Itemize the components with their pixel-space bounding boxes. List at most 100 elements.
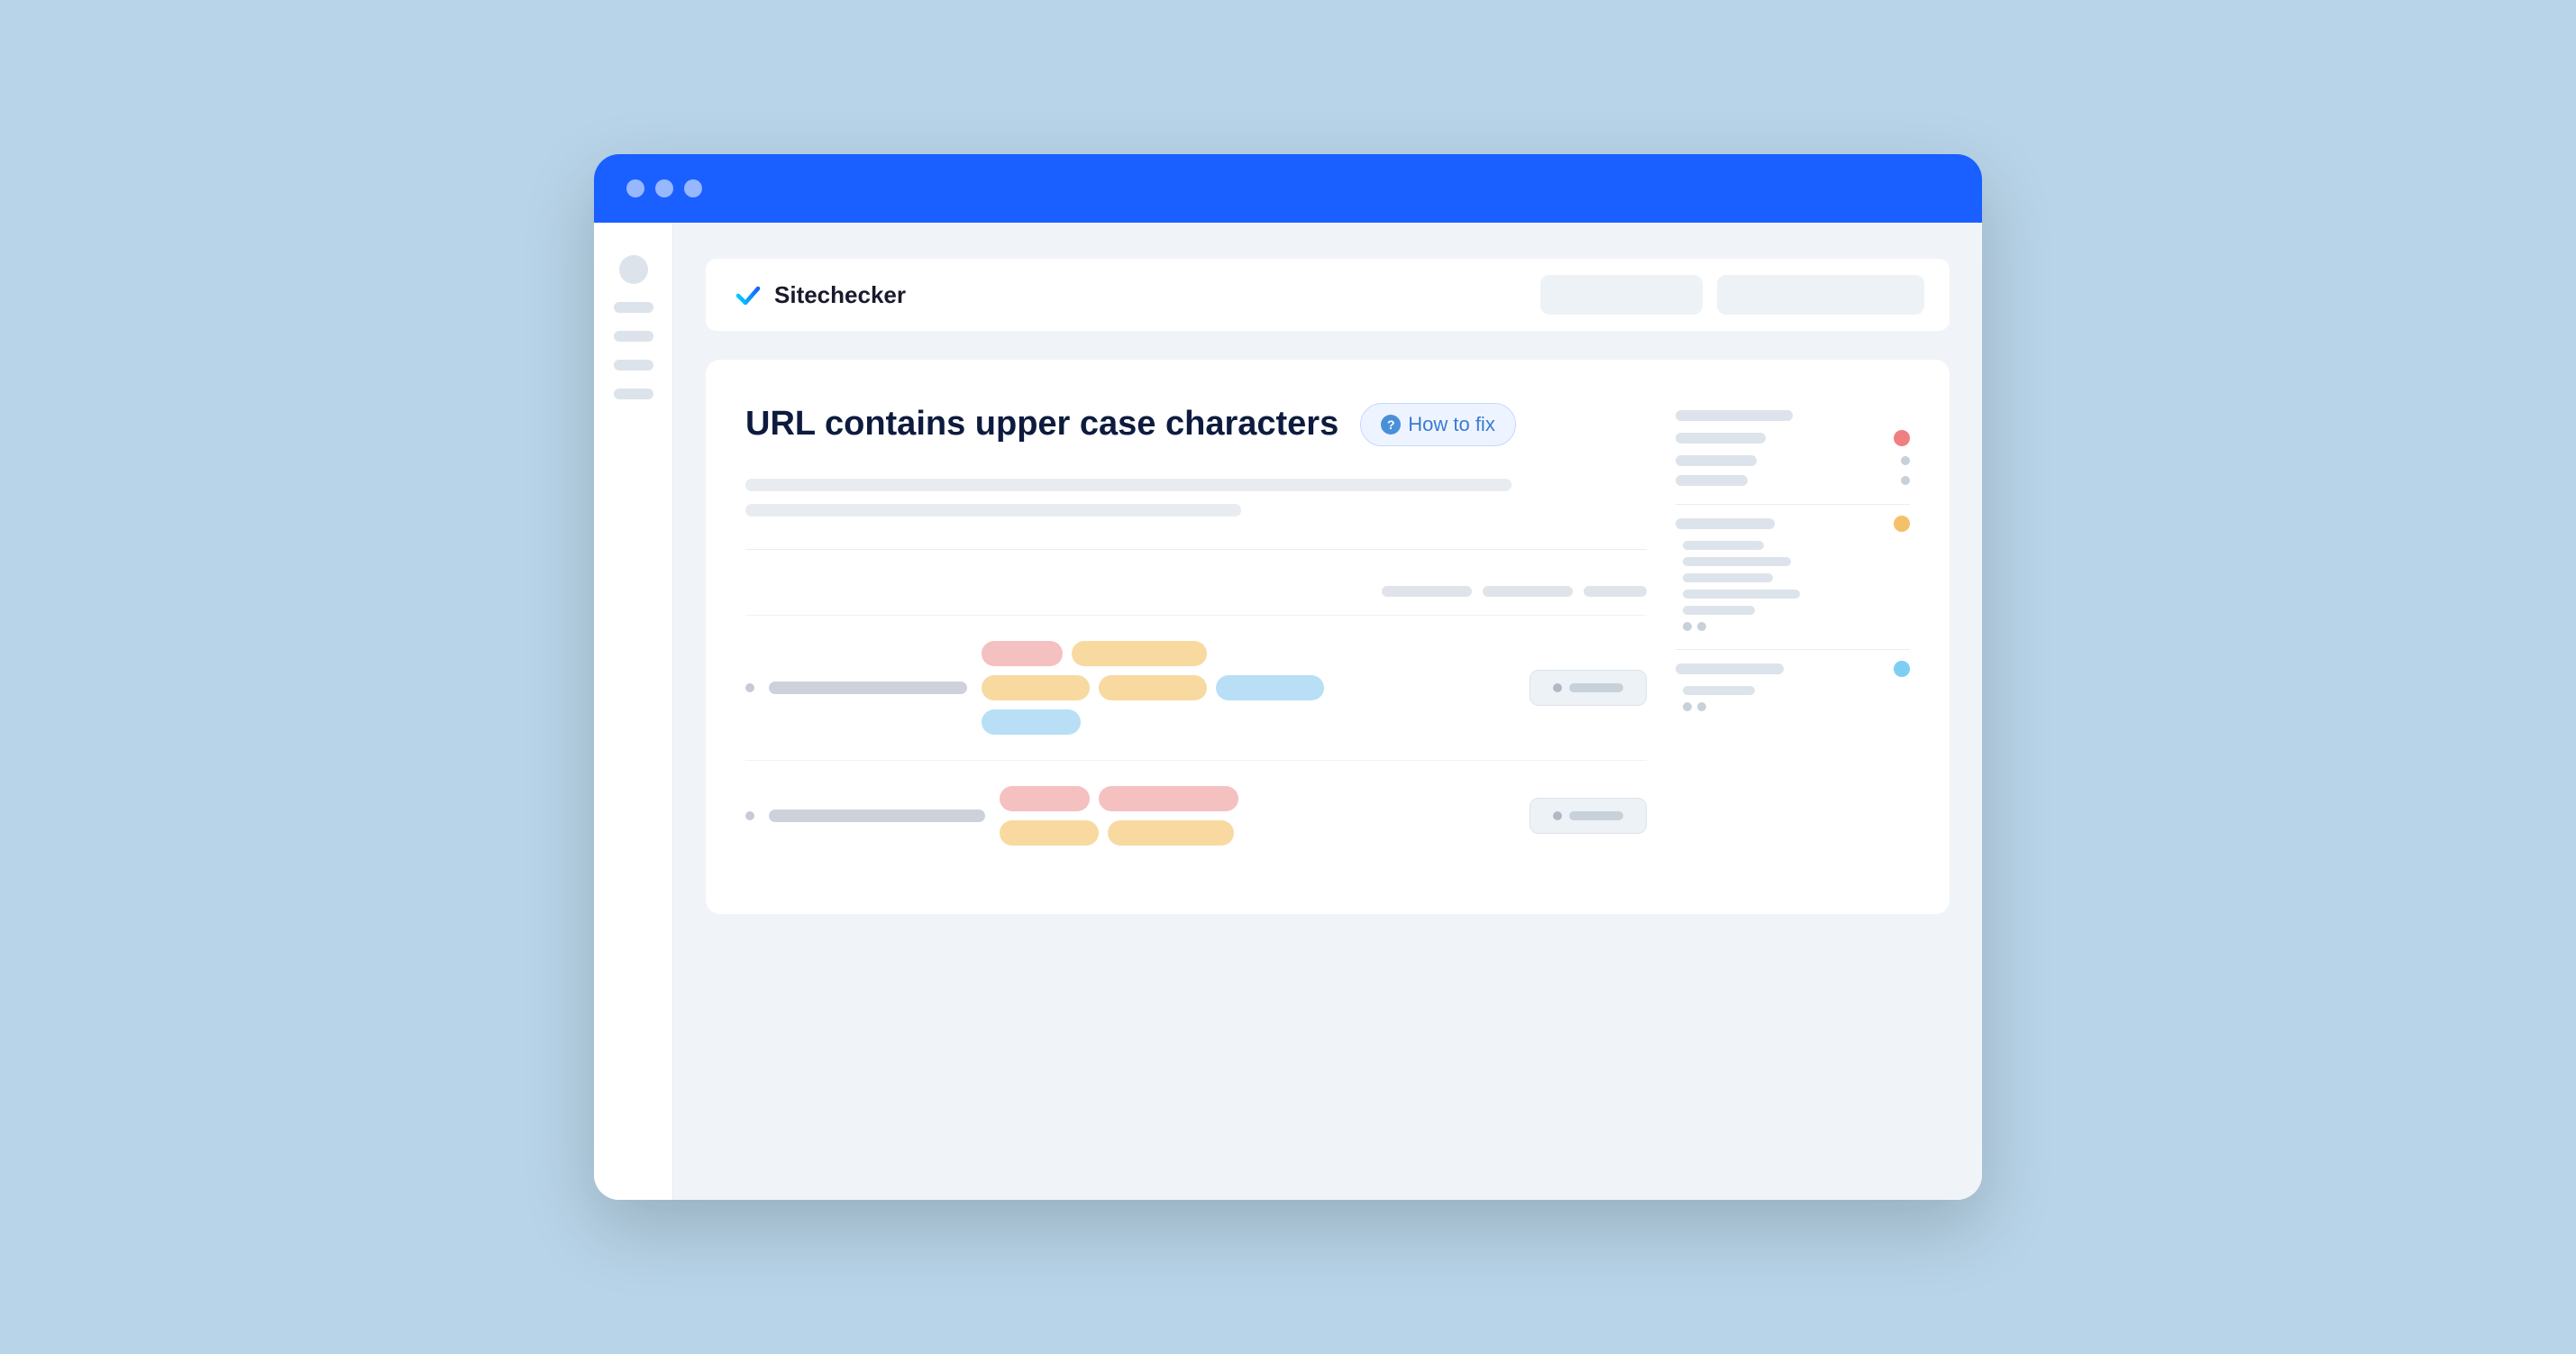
action-dot-1 [1553, 683, 1562, 692]
tag-orange-3 [1099, 675, 1207, 700]
tag-orange-5 [1108, 820, 1234, 846]
row-indicator-2 [745, 811, 754, 820]
rp-sub-bar-2-4 [1683, 590, 1800, 599]
how-to-fix-label: How to fix [1408, 413, 1495, 436]
th-cell-2 [1483, 586, 1573, 597]
header-button-1[interactable] [1540, 275, 1703, 315]
rp-sub-bar-2-2 [1683, 557, 1791, 566]
rp-sub-bar-2-3 [1683, 573, 1773, 582]
browser-dot-3 [684, 179, 702, 197]
rp-sub-bar-2-1 [1683, 541, 1764, 550]
row-action-button-2[interactable] [1530, 798, 1647, 834]
tags-row-2-1 [1000, 786, 1238, 811]
content-card: URL contains upper case characters ? How… [706, 360, 1950, 914]
left-panel: URL contains upper case characters ? How… [745, 403, 1647, 871]
tag-orange-2 [982, 675, 1090, 700]
rp-row-1-1 [1676, 410, 1910, 421]
action-bar-2 [1569, 811, 1623, 820]
issue-title: URL contains upper case characters [745, 404, 1338, 445]
rp-label-5 [1676, 518, 1775, 529]
tags-row-2-2 [1000, 820, 1234, 846]
rp-sub-bars-3 [1676, 686, 1910, 711]
rp-group-3 [1676, 661, 1910, 729]
th-cell-1 [1382, 586, 1472, 597]
row-tags-2 [1000, 786, 1515, 846]
rp-row-2-dots [1683, 622, 1910, 631]
table-header-row [745, 575, 1647, 608]
rp-mini-dot-5 [1683, 702, 1692, 711]
help-icon: ? [1381, 415, 1401, 435]
sidebar-nav-item-2[interactable] [614, 331, 653, 342]
rp-row-3-dots [1683, 702, 1910, 711]
rp-label-1 [1676, 410, 1793, 421]
rp-dot-red [1894, 430, 1910, 446]
rp-sub-bar-2-5 [1683, 606, 1755, 615]
rp-label-3 [1676, 455, 1757, 466]
action-bar-1 [1569, 683, 1623, 692]
rp-mini-dot-1 [1901, 456, 1910, 465]
rp-label-2 [1676, 433, 1766, 444]
row-tags-1 [982, 641, 1515, 735]
sidebar-nav-item-4[interactable] [614, 389, 653, 399]
tag-pink-1 [982, 641, 1063, 666]
issue-header: URL contains upper case characters ? How… [745, 403, 1647, 446]
browser-titlebar [594, 154, 1982, 223]
table-row [745, 615, 1647, 760]
rp-group-2 [1676, 516, 1910, 650]
logo-icon [731, 278, 765, 312]
logo-text: Sitechecker [774, 281, 906, 309]
right-panel [1676, 403, 1910, 871]
rp-group-1 [1676, 410, 1910, 505]
rp-row-1-4 [1676, 475, 1910, 486]
browser-dots [626, 179, 702, 197]
rp-label-6 [1676, 663, 1784, 674]
browser-window: Sitechecker URL contains upper case char… [594, 154, 1982, 1200]
desc-bar-1 [745, 479, 1512, 491]
tag-orange-1 [1072, 641, 1207, 666]
table-row [745, 760, 1647, 871]
rp-mini-dot-6 [1697, 702, 1706, 711]
row-url-bar-2 [769, 810, 985, 822]
tag-pink-2 [1000, 786, 1090, 811]
sidebar [594, 223, 673, 1200]
how-to-fix-button[interactable]: ? How to fix [1360, 403, 1516, 446]
main-content: Sitechecker URL contains upper case char… [673, 223, 1982, 1200]
rp-mini-dot-2 [1901, 476, 1910, 485]
row-url-bar-1 [769, 682, 967, 694]
rp-mini-dot-3 [1683, 622, 1692, 631]
sidebar-avatar [619, 255, 648, 284]
desc-bar-2 [745, 504, 1241, 517]
rp-sub-bar-3-1 [1683, 686, 1755, 695]
browser-dot-1 [626, 179, 644, 197]
rp-label-4 [1676, 475, 1748, 486]
section-divider [745, 549, 1647, 550]
logo-area: Sitechecker [731, 278, 1526, 312]
table-header-cells [1203, 586, 1647, 597]
tags-row-1-2 [982, 675, 1324, 700]
rp-row-1-3 [1676, 455, 1910, 466]
description-bars [745, 479, 1647, 517]
rp-row-1-2 [1676, 430, 1910, 446]
tag-blue-1 [1216, 675, 1324, 700]
tag-pink-3 [1099, 786, 1238, 811]
table-section [745, 575, 1647, 871]
header-bar: Sitechecker [706, 259, 1950, 331]
rp-sub-bars-2 [1676, 541, 1910, 631]
rp-mini-dot-4 [1697, 622, 1706, 631]
action-dot-2 [1553, 811, 1562, 820]
rp-dot-blue [1894, 661, 1910, 677]
tag-orange-4 [1000, 820, 1099, 846]
rp-row-3-1 [1676, 661, 1910, 677]
th-cell-3 [1584, 586, 1647, 597]
header-button-2[interactable] [1717, 275, 1924, 315]
rp-row-2-1 [1676, 516, 1910, 532]
tags-row-1-1 [982, 641, 1207, 666]
sidebar-nav-item-1[interactable] [614, 302, 653, 313]
browser-body: Sitechecker URL contains upper case char… [594, 223, 1982, 1200]
browser-dot-2 [655, 179, 673, 197]
tag-blue-2 [982, 709, 1081, 735]
row-action-button-1[interactable] [1530, 670, 1647, 706]
sidebar-nav-item-3[interactable] [614, 360, 653, 371]
tags-row-1-3 [982, 709, 1081, 735]
row-indicator-1 [745, 683, 754, 692]
